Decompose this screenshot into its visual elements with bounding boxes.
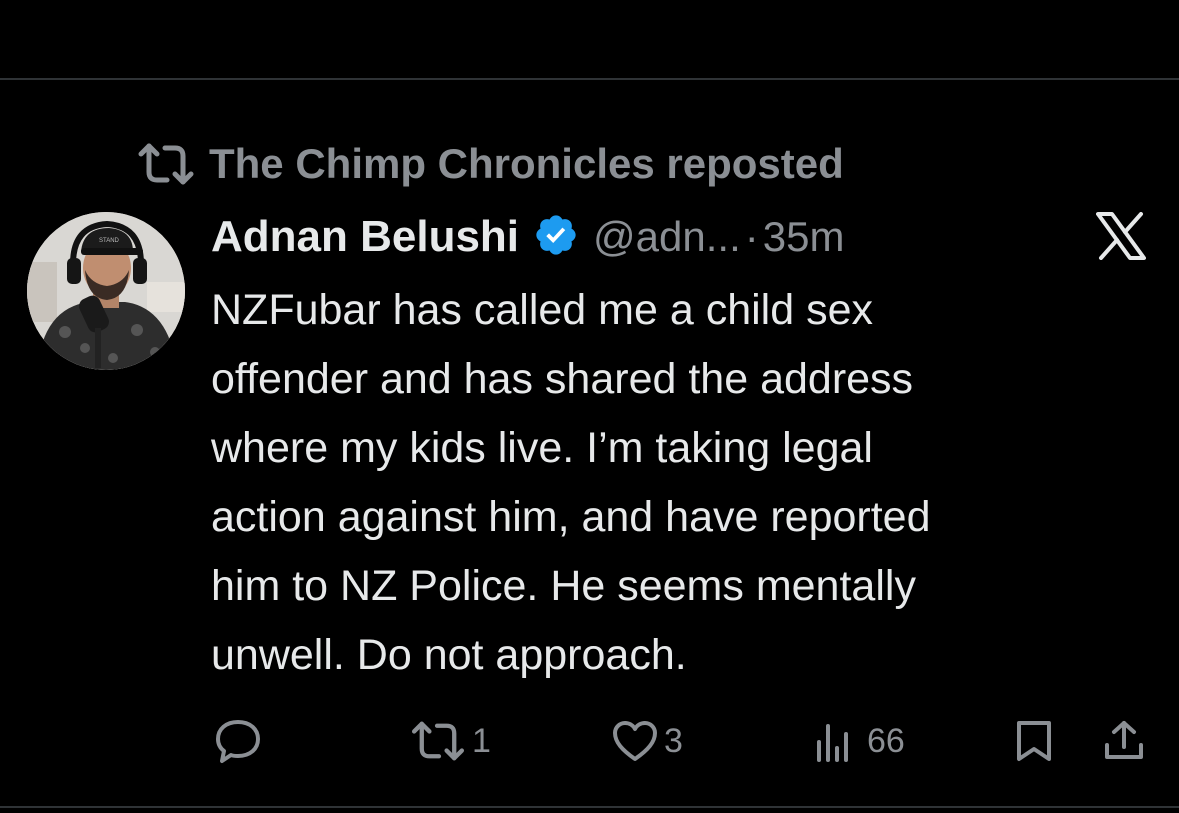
top-divider: [0, 78, 1179, 80]
verified-badge-icon[interactable]: [533, 212, 579, 263]
repost-indicator[interactable]: The Chimp Chronicles reposted: [137, 140, 844, 188]
like-count: 3: [664, 721, 683, 760]
tweet-header: Adnan Belushi @adn... · 35m: [211, 210, 844, 264]
share-icon: [1102, 719, 1146, 763]
views-icon: [815, 720, 853, 762]
bookmark-icon: [1014, 719, 1054, 763]
reply-icon: [214, 718, 262, 764]
share-button[interactable]: [1102, 718, 1146, 764]
separator-dot: ·: [744, 213, 759, 260]
x-logo: [1096, 212, 1146, 260]
timestamp[interactable]: 35m: [763, 213, 845, 261]
reply-button[interactable]: [214, 718, 262, 764]
repost-label: The Chimp Chronicles reposted: [209, 140, 844, 187]
repost-count: 1: [472, 721, 491, 760]
repost-button[interactable]: 1: [410, 718, 491, 764]
repost-icon: [137, 142, 195, 186]
bottom-divider: [0, 806, 1179, 808]
display-name[interactable]: Adnan Belushi: [211, 212, 519, 262]
user-handle[interactable]: @adn...: [593, 213, 741, 261]
views-button[interactable]: 66: [815, 718, 905, 764]
bookmark-button[interactable]: [1014, 718, 1054, 764]
like-button[interactable]: 3: [612, 718, 683, 764]
svg-text:STAND: STAND: [99, 238, 120, 244]
tweet-text: NZFubar has called me a child sex offend…: [211, 286, 931, 679]
repost-icon: [410, 720, 466, 762]
heart-icon: [612, 720, 658, 762]
avatar[interactable]: STAND: [27, 212, 185, 370]
views-count: 66: [867, 721, 905, 760]
